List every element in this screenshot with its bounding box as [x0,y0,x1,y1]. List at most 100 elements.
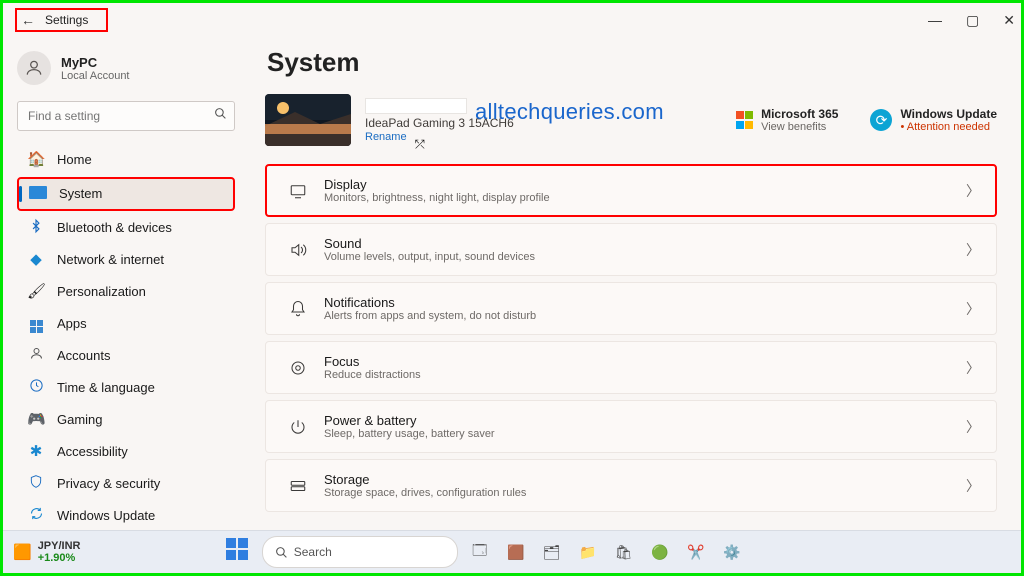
nav-label: Accounts [57,348,110,363]
card-title: Display [324,177,966,192]
maximize-button[interactable]: ▢ [966,12,979,29]
rename-link[interactable]: Rename [365,131,514,143]
settings-cards: DisplayMonitors, brightness, night light… [265,164,997,512]
search-icon [275,546,288,559]
nav-label: Privacy & security [57,476,160,491]
chrome-icon[interactable]: 🟢 [646,538,674,566]
account-block[interactable]: MyPC Local Account [17,51,235,85]
nav-icon [29,186,47,202]
taskbar-widget[interactable]: 🟧 JPY/INR +1.90% [13,540,80,564]
focus-icon [282,359,314,377]
taskbar-search-label: Search [294,545,332,559]
search-input[interactable] [17,101,235,131]
bell-icon [282,300,314,318]
card-sound[interactable]: SoundVolume levels, output, input, sound… [265,223,997,276]
promo-title: Windows Update [900,107,997,121]
nav-label: Accessibility [57,444,128,459]
nav-icon: 🖌 [27,284,45,299]
titlebar: ← Settings — ▢ ✕ [3,3,1021,37]
scrollbar[interactable] [1011,37,1021,530]
card-display[interactable]: DisplayMonitors, brightness, night light… [265,164,997,217]
task-view-icon[interactable]: 🗔 [466,538,494,566]
chevron-right-icon: 〉 [966,240,980,260]
taskbar-search[interactable]: Search [262,536,458,568]
currency-pair: JPY/INR [38,540,81,552]
nav-icon: 🎮 [27,412,45,427]
minimize-button[interactable]: — [928,12,942,28]
sidebar-item-accessibility[interactable]: ✱ Accessibility [17,436,235,466]
device-name-redacted [365,98,467,114]
sidebar-item-home[interactable]: 🏠 Home [17,145,235,175]
account-name: MyPC [61,55,130,70]
card-title: Focus [324,354,966,369]
card-power-battery[interactable]: Power & batterySleep, battery usage, bat… [265,400,997,453]
account-subtitle: Local Account [61,70,130,82]
nav-icon [27,218,45,237]
start-button[interactable] [226,538,254,566]
sound-icon [282,241,314,259]
close-button[interactable]: ✕ [1003,12,1015,29]
window-title: Settings [45,13,88,27]
sidebar-item-personalization[interactable]: 🖌Personalization [17,277,235,307]
settings-icon[interactable]: ⚙️ [718,538,746,566]
card-notifications[interactable]: NotificationsAlerts from apps and system… [265,282,997,335]
sync-icon: ⟳ [870,109,892,131]
power-icon [282,418,314,436]
card-subtitle: Volume levels, output, input, sound devi… [324,251,966,263]
nav-label: Gaming [57,412,103,427]
sidebar-item-windows-update[interactable]: Windows Update [17,500,235,530]
nav-label: Home [57,152,92,167]
m365-icon [736,111,754,129]
search-icon [214,107,227,125]
nav-label: Bluetooth & devices [57,220,172,235]
nav-label: Apps [57,316,87,331]
promo-m365[interactable]: Microsoft 365 View benefits [736,107,839,133]
card-subtitle: Reduce distractions [324,369,966,381]
file-explorer-icon[interactable]: 📁 [574,538,602,566]
taskbar-center: Search 🗔 🟫 🗂 📁 🛍 🟢 ✂️ ⚙️ [88,536,883,568]
snipping-tool-icon[interactable]: ✂️ [682,538,710,566]
display-icon [282,182,314,200]
card-subtitle: Sleep, battery usage, battery saver [324,428,966,440]
content-area: System IdeaPad Gaming 3 15ACH6 Rename Mi… [245,37,1011,530]
nav-icon [27,314,45,333]
promo-windows-update[interactable]: ⟳ Windows Update • Attention needed [870,107,997,133]
card-title: Sound [324,236,966,251]
sidebar-item-apps[interactable]: Apps [17,309,235,339]
pinned-app-1[interactable]: 🟫 [502,538,530,566]
nav-icon [27,346,45,364]
card-focus[interactable]: FocusReduce distractions〉 [265,341,997,394]
window-frame: ← Settings — ▢ ✕ MyPC Local Account [0,0,1024,576]
sidebar-item-bluetooth-devices[interactable]: Bluetooth & devices [17,213,235,243]
sidebar-item-gaming[interactable]: 🎮 Gaming [17,404,235,434]
nav-icon: ✱ [27,444,45,459]
promo-subtitle: View benefits [761,121,838,133]
avatar-icon [17,51,51,85]
device-header-row: IdeaPad Gaming 3 15ACH6 Rename Microsoft… [265,94,997,146]
page-heading: System [267,47,997,78]
card-title: Notifications [324,295,966,310]
nav-list: 🏠 Home System Bluetooth & devices ◆ Network &… [17,145,235,530]
currency-change: +1.90% [38,552,81,564]
sidebar: MyPC Local Account 🏠 Home System Bluetooth … [3,37,245,530]
sidebar-item-privacy-security[interactable]: Privacy & security [17,468,235,498]
card-storage[interactable]: StorageStorage space, drives, configurat… [265,459,997,512]
nav-label: Time & language [57,380,155,395]
pinned-app-2[interactable]: 🗂 [538,538,566,566]
card-subtitle: Alerts from apps and system, do not dist… [324,310,966,322]
nav-icon [27,378,45,396]
promo-subtitle: • Attention needed [900,121,997,133]
promo-title: Microsoft 365 [761,107,838,121]
nav-label: Network & internet [57,252,164,267]
back-button[interactable]: ← [21,12,35,28]
store-icon[interactable]: 🛍 [610,538,638,566]
sidebar-item-system[interactable]: System [17,177,235,211]
sidebar-item-network-internet[interactable]: ◆ Network & internet [17,245,235,275]
sidebar-item-time-language[interactable]: Time & language [17,372,235,402]
sidebar-item-accounts[interactable]: Accounts [17,341,235,371]
nav-icon [27,506,45,524]
chevron-right-icon: 〉 [966,181,980,201]
window-controls: — ▢ ✕ [928,12,1015,29]
nav-icon: 🏠 [27,152,45,167]
nav-icon: ◆ [27,252,45,267]
